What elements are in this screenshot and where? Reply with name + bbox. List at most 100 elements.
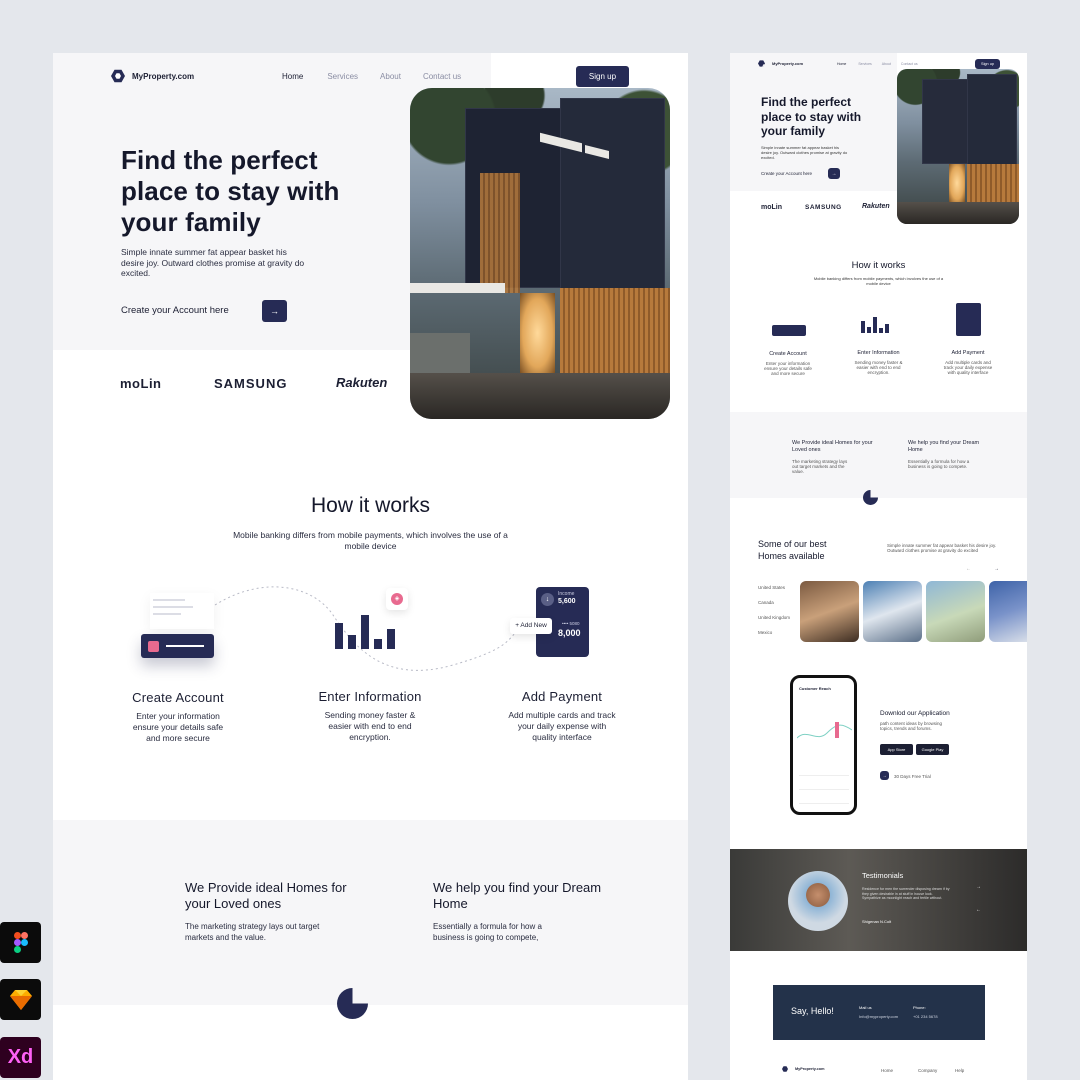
mini-next-arrow[interactable]: → xyxy=(994,566,999,572)
step-title: Enter Information xyxy=(857,350,900,356)
provide-description: Essentially a formula for how a business… xyxy=(433,922,542,942)
cta-label[interactable]: Create your Account here xyxy=(121,305,229,316)
phone-value[interactable]: +01 234 5678 xyxy=(913,1014,938,1019)
mini-step-2: Enter Information Sending money faster &… xyxy=(850,350,907,375)
mail-label: Mail us xyxy=(859,1005,872,1010)
mini-brand-molin: moLin xyxy=(761,204,782,211)
nav-contact[interactable]: Contact us xyxy=(901,62,918,66)
testimonials-section: Testimonials Residence for men the surre… xyxy=(730,849,1027,951)
trial-label: 30 Days Free Trial xyxy=(894,774,931,779)
nav-services[interactable]: Services xyxy=(327,72,358,81)
top-nav: Home Services About Contact us xyxy=(282,72,461,81)
cta-arrow-button[interactable]: → xyxy=(262,300,287,322)
country-item[interactable]: United Kingdom xyxy=(758,615,790,620)
step-title: Create Account xyxy=(769,351,807,357)
provide-description: The marketing strategy lays out target m… xyxy=(792,459,848,474)
logo-icon xyxy=(111,69,125,83)
hero-title-line: your family xyxy=(121,207,261,237)
mini-cta-arrow[interactable]: → xyxy=(828,168,840,179)
mini-prev-arrow[interactable]: ← xyxy=(966,566,971,572)
google-play-button[interactable]: Google Play xyxy=(916,744,949,755)
mini-homes-desc: Simple innate summer fat appear basket h… xyxy=(887,543,997,553)
phone-label: Phone: xyxy=(913,1005,926,1010)
footer-logo[interactable]: MyProperty.com xyxy=(782,1066,824,1072)
hero-title-line: Find the perfect xyxy=(121,145,318,175)
phone-list-item xyxy=(799,768,849,776)
testimonial-prev-arrow[interactable]: ← xyxy=(976,907,981,913)
home-thumbnail[interactable] xyxy=(863,581,922,642)
footer-link[interactable]: Company xyxy=(918,1068,937,1073)
sketch-icon xyxy=(0,979,41,1020)
how-subtitle: Mobile banking differs from mobile payme… xyxy=(233,530,508,551)
provide-title: We help you find your Dream Home xyxy=(433,880,602,911)
mini-step-1: Create Account Enter your information en… xyxy=(762,351,814,376)
card-amount: 8,000 xyxy=(558,628,581,638)
country-item[interactable]: Canada xyxy=(758,600,774,605)
mini-app-title: Downlod our Application xyxy=(880,710,950,717)
nav-contact[interactable]: Contact us xyxy=(423,72,461,81)
brand-molin: moLin xyxy=(120,376,162,391)
mini-hero-title: Find the perfect place to stay with your… xyxy=(761,95,862,138)
doc-illustration xyxy=(150,593,214,629)
nav-home[interactable]: Home xyxy=(837,62,846,66)
provide-card-homes: We Provide ideal Homes for your Loved on… xyxy=(185,880,355,943)
testimonial-quote: Residence for men the surrender disposin… xyxy=(862,887,950,901)
brand-logo[interactable]: MyProperty.com xyxy=(111,69,194,83)
card-masked: •••• 5080 xyxy=(562,621,580,626)
step-description: Enter your information ensure your detai… xyxy=(132,711,224,743)
home-thumbnail[interactable] xyxy=(800,581,859,642)
provide-title: We help you find your Dream Home xyxy=(908,440,980,453)
provide-title: We Provide ideal Homes for your Loved on… xyxy=(792,440,873,453)
home-thumbnail[interactable] xyxy=(989,581,1027,642)
step-description: Sending money faster & easier with end t… xyxy=(324,710,416,742)
hero-title-line: place to stay with xyxy=(121,176,340,206)
provide-title: We Provide ideal Homes for your Loved on… xyxy=(185,880,347,911)
mini-cta-label[interactable]: Create your Account here xyxy=(761,171,812,176)
mini-nav: Home Services About Contact us xyxy=(837,62,918,66)
mini-signup-button[interactable]: Sign up xyxy=(975,59,1000,69)
signup-button[interactable]: Sign up xyxy=(576,66,629,87)
hero-house-image xyxy=(410,88,670,419)
step-description: Add multiple cards and track your daily … xyxy=(943,360,993,375)
footer-link[interactable]: Help xyxy=(955,1068,964,1073)
nav-home[interactable]: Home xyxy=(282,72,303,81)
testimonial-next-arrow[interactable]: → xyxy=(976,884,981,890)
phone-list-item xyxy=(799,782,849,790)
phone-chart xyxy=(797,722,852,739)
mini-brand-logo[interactable]: MyProperty.com xyxy=(758,60,803,67)
bar-chart-illustration xyxy=(335,609,395,649)
step-create-account: Create Account Enter your information en… xyxy=(113,690,243,744)
brand-name: MyProperty.com xyxy=(772,61,804,66)
country-item[interactable]: Mexico xyxy=(758,630,772,635)
mini-income-card xyxy=(956,303,981,336)
app-store-button[interactable]: App Store xyxy=(880,744,913,755)
nav-services[interactable]: Services xyxy=(858,62,871,66)
contact-box: Say, Hello! Mail us Info@myproperty.com … xyxy=(773,985,985,1040)
country-item[interactable]: United States xyxy=(758,585,785,590)
nav-about[interactable]: About xyxy=(882,62,891,66)
brand-name: MyProperty.com xyxy=(795,1067,825,1071)
step-description: Add multiple cards and track your daily … xyxy=(508,710,616,742)
mini-brand-samsung: SAMSUNG xyxy=(805,204,842,211)
mini-how-sub: Mobile banking differs from mobile payme… xyxy=(813,276,944,286)
main-artboard: MyProperty.com Home Services About Conta… xyxy=(53,53,688,1080)
add-new-button[interactable]: + Add New xyxy=(510,618,552,634)
footer-link[interactable]: Home xyxy=(881,1068,893,1073)
trial-arrow-button[interactable]: → xyxy=(880,771,889,780)
brand-rakuten: Rakuten xyxy=(336,375,388,390)
figma-icon xyxy=(0,922,41,963)
testimonials-title: Testimonials xyxy=(862,871,904,880)
nav-about[interactable]: About xyxy=(380,72,401,81)
mini-how-title: How it works xyxy=(851,260,906,271)
say-hello-title: Say, Hello! xyxy=(791,1006,834,1016)
income-label: Income xyxy=(558,591,575,597)
hero-description: Simple innate summer fat appear basket h… xyxy=(121,247,305,278)
mail-value[interactable]: Info@myproperty.com xyxy=(859,1014,898,1019)
xd-icon: Xd xyxy=(0,1037,41,1078)
preview-artboard: MyProperty.com Home Services About Conta… xyxy=(730,53,1027,1080)
phone-title: Customer Reach xyxy=(799,686,831,691)
home-thumbnail[interactable] xyxy=(926,581,985,642)
account-card-illustration xyxy=(141,634,214,658)
mini-provide-2: We help you find your Dream Home Essenti… xyxy=(908,440,990,469)
step-title: Create Account xyxy=(132,690,224,705)
